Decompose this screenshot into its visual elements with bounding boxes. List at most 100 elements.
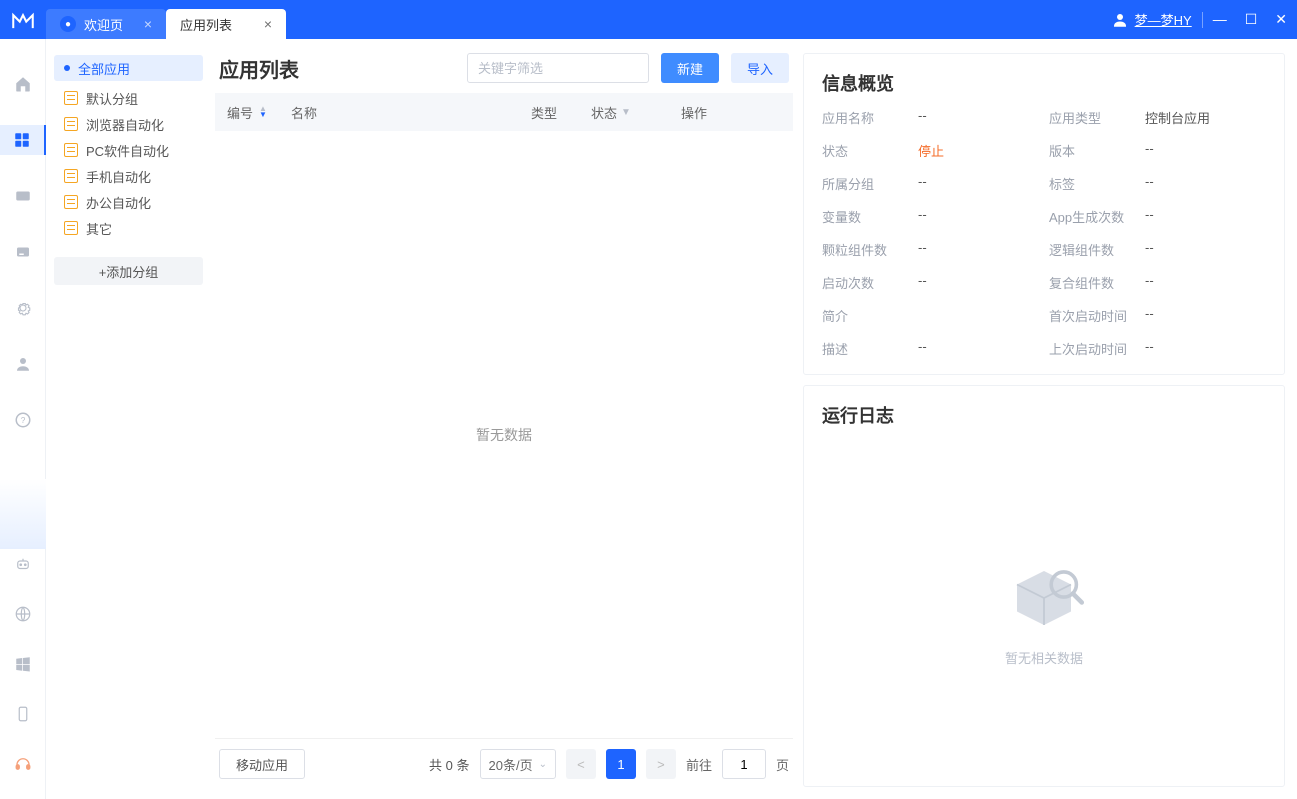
group-label: 手机自动化	[86, 167, 151, 186]
group-label: 全部应用	[78, 59, 130, 78]
username: 梦—梦HY	[1135, 10, 1192, 29]
sidebar-group-item[interactable]: 默认分组	[54, 85, 203, 111]
page-size-select[interactable]: 20条/页 ⌄	[480, 749, 556, 779]
nav-globe[interactable]	[0, 599, 46, 629]
group-label: 默认分组	[86, 89, 138, 108]
col-name: 名称	[291, 103, 531, 122]
sidebar-group-item[interactable]: 办公自动化	[54, 189, 203, 215]
nav-mail[interactable]	[0, 181, 46, 211]
windows-icon	[14, 655, 32, 673]
nav-windows[interactable]	[0, 649, 46, 679]
file-icon	[64, 221, 78, 235]
sidebar-group-item[interactable]: 其它	[54, 215, 203, 241]
chat-icon: ●	[60, 16, 76, 32]
value-first: --	[1145, 306, 1154, 325]
next-page-button[interactable]: >	[646, 749, 676, 779]
value-status: 停止	[918, 141, 944, 160]
tab-apps[interactable]: 应用列表 ×	[166, 9, 286, 39]
gear-icon	[14, 299, 32, 317]
label-launch: 启动次数	[822, 273, 918, 292]
nav-robot[interactable]	[0, 549, 46, 579]
add-group-label: +添加分组	[99, 262, 159, 281]
value-tag: --	[1145, 174, 1154, 193]
close-button[interactable]: ✕	[1275, 11, 1287, 28]
nav-support[interactable]	[0, 749, 46, 779]
nav-settings[interactable]	[0, 293, 46, 323]
label-app-type: 应用类型	[1049, 108, 1145, 127]
group-all[interactable]: 全部应用	[54, 55, 203, 81]
info-grid: 应用名称-- 应用类型控制台应用 状态停止 版本-- 所属分组-- 标签-- 变…	[822, 108, 1266, 358]
close-icon[interactable]: ×	[144, 16, 152, 32]
new-button[interactable]: 新建	[661, 53, 719, 83]
col-type: 类型	[531, 103, 591, 122]
divider	[1202, 12, 1203, 28]
page-1-button[interactable]: 1	[606, 749, 636, 779]
help-icon: ?	[14, 411, 32, 429]
prev-page-button[interactable]: <	[566, 749, 596, 779]
chevron-down-icon: ▼	[621, 107, 631, 118]
window-controls: — ☐ ✕	[1213, 11, 1287, 28]
center-panel: 应用列表 新建 导入 编号 ▲▼ 名称 类型 状态 ▼ 操作 暂无数据 移动应用…	[211, 39, 803, 799]
value-app-name: --	[918, 108, 927, 127]
mobile-icon	[14, 705, 32, 723]
page-title: 应用列表	[219, 54, 299, 83]
nav-user[interactable]	[0, 349, 46, 379]
value-comp-g: --	[918, 240, 927, 259]
value-launch: --	[918, 273, 927, 292]
goto-unit: 页	[776, 755, 789, 774]
label-last: 上次启动时间	[1049, 339, 1145, 358]
sidebar-group-item[interactable]: 手机自动化	[54, 163, 203, 189]
app-logo	[0, 0, 46, 39]
value-comp-c: --	[1145, 273, 1154, 292]
center-header: 应用列表 新建 导入	[215, 53, 793, 93]
tab-label: 应用列表	[180, 15, 232, 34]
log-title: 运行日志	[822, 402, 1266, 428]
value-var: --	[918, 207, 927, 226]
table-header: 编号 ▲▼ 名称 类型 状态 ▼ 操作	[215, 93, 793, 131]
tab-welcome[interactable]: ● 欢迎页 ×	[46, 9, 166, 39]
sidebar-group-item[interactable]: PC软件自动化	[54, 137, 203, 163]
move-app-button[interactable]: 移动应用	[219, 749, 305, 779]
log-empty-text: 暂无相关数据	[1005, 648, 1083, 667]
globe-icon	[14, 605, 32, 623]
pagination: 共 0 条 20条/页 ⌄ < 1 > 前往 页	[429, 749, 789, 779]
log-card: 运行日志 暂无相关数据	[803, 385, 1285, 787]
chevron-down-icon: ⌄	[539, 759, 547, 770]
value-desc: --	[918, 339, 927, 358]
nav-mobile[interactable]	[0, 699, 46, 729]
minimize-button[interactable]: —	[1213, 11, 1227, 28]
person-icon	[14, 355, 32, 373]
goto-input[interactable]	[722, 749, 766, 779]
right-panel: 信息概览 应用名称-- 应用类型控制台应用 状态停止 版本-- 所属分组-- 标…	[803, 39, 1297, 799]
goto-label: 前往	[686, 755, 712, 774]
sort-icon: ▲▼	[259, 106, 267, 118]
overview-card: 信息概览 应用名称-- 应用类型控制台应用 状态停止 版本-- 所属分组-- 标…	[803, 53, 1285, 375]
nav-help[interactable]: ?	[0, 405, 46, 435]
nav-rail: ?	[0, 39, 46, 799]
robot-icon	[14, 555, 32, 573]
add-group-button[interactable]: +添加分组	[54, 257, 203, 285]
maximize-button[interactable]: ☐	[1245, 11, 1258, 28]
table-body-empty: 暂无数据	[215, 131, 793, 738]
group-sidebar: 全部应用 默认分组浏览器自动化 PC软件自动化手机自动化办公自动化其它 +添加分组	[46, 39, 211, 799]
file-icon	[64, 143, 78, 157]
label-gen: App生成次数	[1049, 207, 1145, 226]
col-number[interactable]: 编号 ▲▼	[227, 103, 291, 122]
nav-apps[interactable]	[0, 125, 46, 155]
nav-home[interactable]	[0, 69, 46, 99]
group-label: PC软件自动化	[86, 141, 169, 160]
user-menu[interactable]: 梦—梦HY	[1111, 10, 1192, 29]
close-icon[interactable]: ×	[264, 16, 272, 32]
file-icon	[64, 91, 78, 105]
group-label: 其它	[86, 219, 112, 238]
total-count: 共 0 条	[429, 755, 469, 774]
nav-card[interactable]	[0, 237, 46, 267]
label-group: 所属分组	[822, 174, 918, 193]
sidebar-group-item[interactable]: 浏览器自动化	[54, 111, 203, 137]
col-state[interactable]: 状态 ▼	[591, 103, 681, 122]
value-gen: --	[1145, 207, 1154, 226]
import-button[interactable]: 导入	[731, 53, 789, 83]
headset-icon	[14, 755, 32, 773]
tab-label: 欢迎页	[84, 15, 123, 34]
search-input[interactable]	[467, 53, 649, 83]
